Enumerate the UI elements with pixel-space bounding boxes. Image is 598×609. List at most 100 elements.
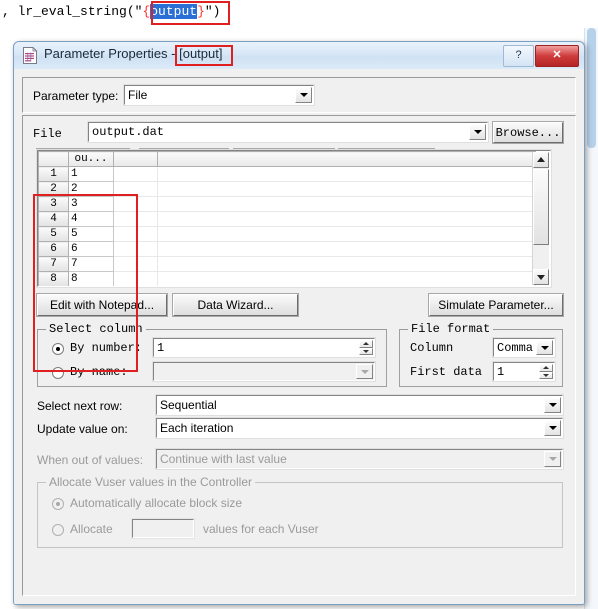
allocate-value-input (131, 518, 195, 539)
grid-row-index[interactable]: 1 (38, 166, 69, 182)
scroll-down-icon[interactable] (533, 269, 549, 285)
document-grid-icon (23, 47, 38, 64)
grid-row-index[interactable]: 3 (38, 196, 69, 212)
parameter-data-grid[interactable]: ou... 1122334455667788 (36, 149, 552, 288)
data-wizard-button[interactable]: Data Wizard... (172, 293, 299, 317)
browse-button[interactable]: Browse... (492, 121, 564, 144)
select-next-row-combo[interactable]: Sequential (155, 394, 564, 416)
page-scrollbar[interactable] (584, 28, 598, 609)
update-value-on-combo[interactable]: Each iteration (155, 417, 564, 439)
grid-corner-header[interactable] (38, 151, 69, 167)
dialog-body: Parameter type: File File output.dat Bro… (14, 69, 584, 604)
grid-cell-empty (157, 226, 536, 242)
grid-row[interactable]: 66 (38, 241, 536, 257)
grid-header-pad (113, 151, 158, 167)
grid-cell-empty (158, 287, 536, 288)
dialog-title-prefix: Parameter Properties - (44, 46, 180, 61)
grid-cell[interactable]: 8 (68, 271, 114, 286)
chevron-down-icon[interactable] (544, 420, 561, 436)
grid-row[interactable]: 88 (38, 271, 536, 286)
update-value-on-value: Each iteration (160, 421, 234, 435)
grid-row[interactable]: 33 (38, 196, 536, 212)
radio-by-number[interactable] (52, 343, 64, 355)
grid-cell-empty (113, 226, 158, 242)
help-button[interactable]: ? (503, 45, 534, 67)
radio-manual-allocate (52, 524, 64, 536)
column-format-value: Comma (497, 341, 534, 355)
grid-cell[interactable]: 4 (68, 211, 114, 227)
grid-vertical-scrollbar[interactable] (532, 152, 549, 285)
grid-table: ou... 1122334455667788 (38, 151, 536, 288)
radio-auto-allocate (52, 498, 64, 510)
chevron-down-icon[interactable] (469, 124, 486, 140)
grid-row-index[interactable]: 6 (38, 241, 69, 257)
file-settings-panel: File output.dat Browse... Add Column... … (22, 115, 576, 596)
first-data-stepper[interactable] (539, 364, 553, 379)
first-data-input[interactable]: 1 (492, 361, 556, 382)
grid-row[interactable]: 77 (38, 256, 536, 272)
edit-with-notepad-button[interactable]: Edit with Notepad... (36, 293, 168, 317)
grid-cell-empty (157, 166, 536, 182)
grid-cell[interactable]: 3 (68, 196, 114, 212)
grid-row-partial[interactable] (39, 287, 536, 288)
file-path-combo[interactable]: output.dat (87, 121, 489, 143)
grid-scrollbar-thumb[interactable] (533, 169, 549, 245)
parameter-type-label: Parameter type: (33, 89, 119, 103)
code-line: , lr_eval_string("{output}") (0, 0, 598, 30)
simulate-parameter-button[interactable]: Simulate Parameter... (428, 293, 564, 317)
allocate-group-title: Allocate Vuser values in the Controller (46, 475, 255, 489)
scroll-up-icon[interactable] (533, 152, 549, 168)
code-selected-parameter[interactable]: output (150, 4, 198, 19)
dialog-titlebar[interactable]: Parameter Properties - [output] ? ✕ (14, 42, 584, 70)
chevron-down-icon[interactable] (536, 340, 553, 355)
select-column-group-title: Select column (46, 322, 146, 336)
grid-row[interactable]: 44 (38, 211, 536, 227)
grid-cell[interactable]: 2 (68, 181, 114, 197)
select-column-group: Select column By number: 1 By name: (37, 322, 387, 387)
update-value-on-label: Update value on: (37, 422, 128, 436)
grid-cell-empty (113, 271, 158, 286)
chevron-down-icon[interactable] (544, 397, 561, 413)
chevron-down-icon (356, 364, 373, 379)
grid-cell-empty (157, 241, 536, 257)
file-format-group-title: File format (408, 322, 494, 336)
grid-row[interactable]: 22 (38, 181, 536, 197)
select-next-row-value: Sequential (160, 398, 217, 412)
grid-row-index[interactable]: 5 (38, 226, 69, 242)
grid-cell-empty (114, 287, 158, 288)
page-scrollbar-thumb[interactable] (587, 28, 596, 148)
file-format-group: File format Column Comma First data 1 (399, 322, 563, 387)
grid-row[interactable]: 55 (38, 226, 536, 242)
grid-column-header[interactable]: ou... (68, 151, 114, 167)
grid-cell-empty (157, 196, 536, 212)
grid-row-index[interactable]: 2 (38, 181, 69, 197)
by-name-combo (152, 361, 376, 382)
auto-allocate-label: Automatically allocate block size (70, 496, 243, 510)
grid-row-index[interactable]: 8 (38, 271, 69, 286)
code-suffix: ") (204, 4, 221, 19)
grid-row-index[interactable] (39, 287, 69, 288)
parameter-type-combo[interactable]: File (123, 84, 315, 106)
parameter-type-panel: Parameter type: File (22, 77, 576, 113)
grid-cell[interactable]: 6 (68, 241, 114, 257)
by-number-label: By number: (70, 341, 143, 355)
grid-cell[interactable]: 7 (68, 256, 114, 272)
radio-by-name[interactable] (52, 367, 64, 379)
code-brace-close: } (197, 4, 205, 19)
grid-row-index[interactable]: 7 (38, 256, 69, 272)
grid-cell[interactable]: 1 (68, 166, 114, 182)
by-number-input[interactable]: 1 (152, 337, 376, 358)
close-window-button[interactable]: ✕ (535, 45, 579, 67)
grid-row-index[interactable]: 4 (38, 211, 69, 227)
when-out-of-values-label: When out of values: (37, 453, 144, 467)
by-number-stepper[interactable] (359, 340, 373, 355)
grid-cell[interactable]: 5 (68, 226, 114, 242)
grid-cell-empty (157, 181, 536, 197)
annotation-box-title (175, 45, 233, 66)
grid-cell-empty (113, 241, 158, 257)
grid-row[interactable]: 11 (38, 166, 536, 182)
chevron-down-icon[interactable] (295, 87, 312, 103)
column-format-combo[interactable]: Comma (492, 337, 556, 358)
column-format-label: Column (410, 341, 454, 355)
when-out-of-values-value: Continue with last value (160, 452, 287, 466)
